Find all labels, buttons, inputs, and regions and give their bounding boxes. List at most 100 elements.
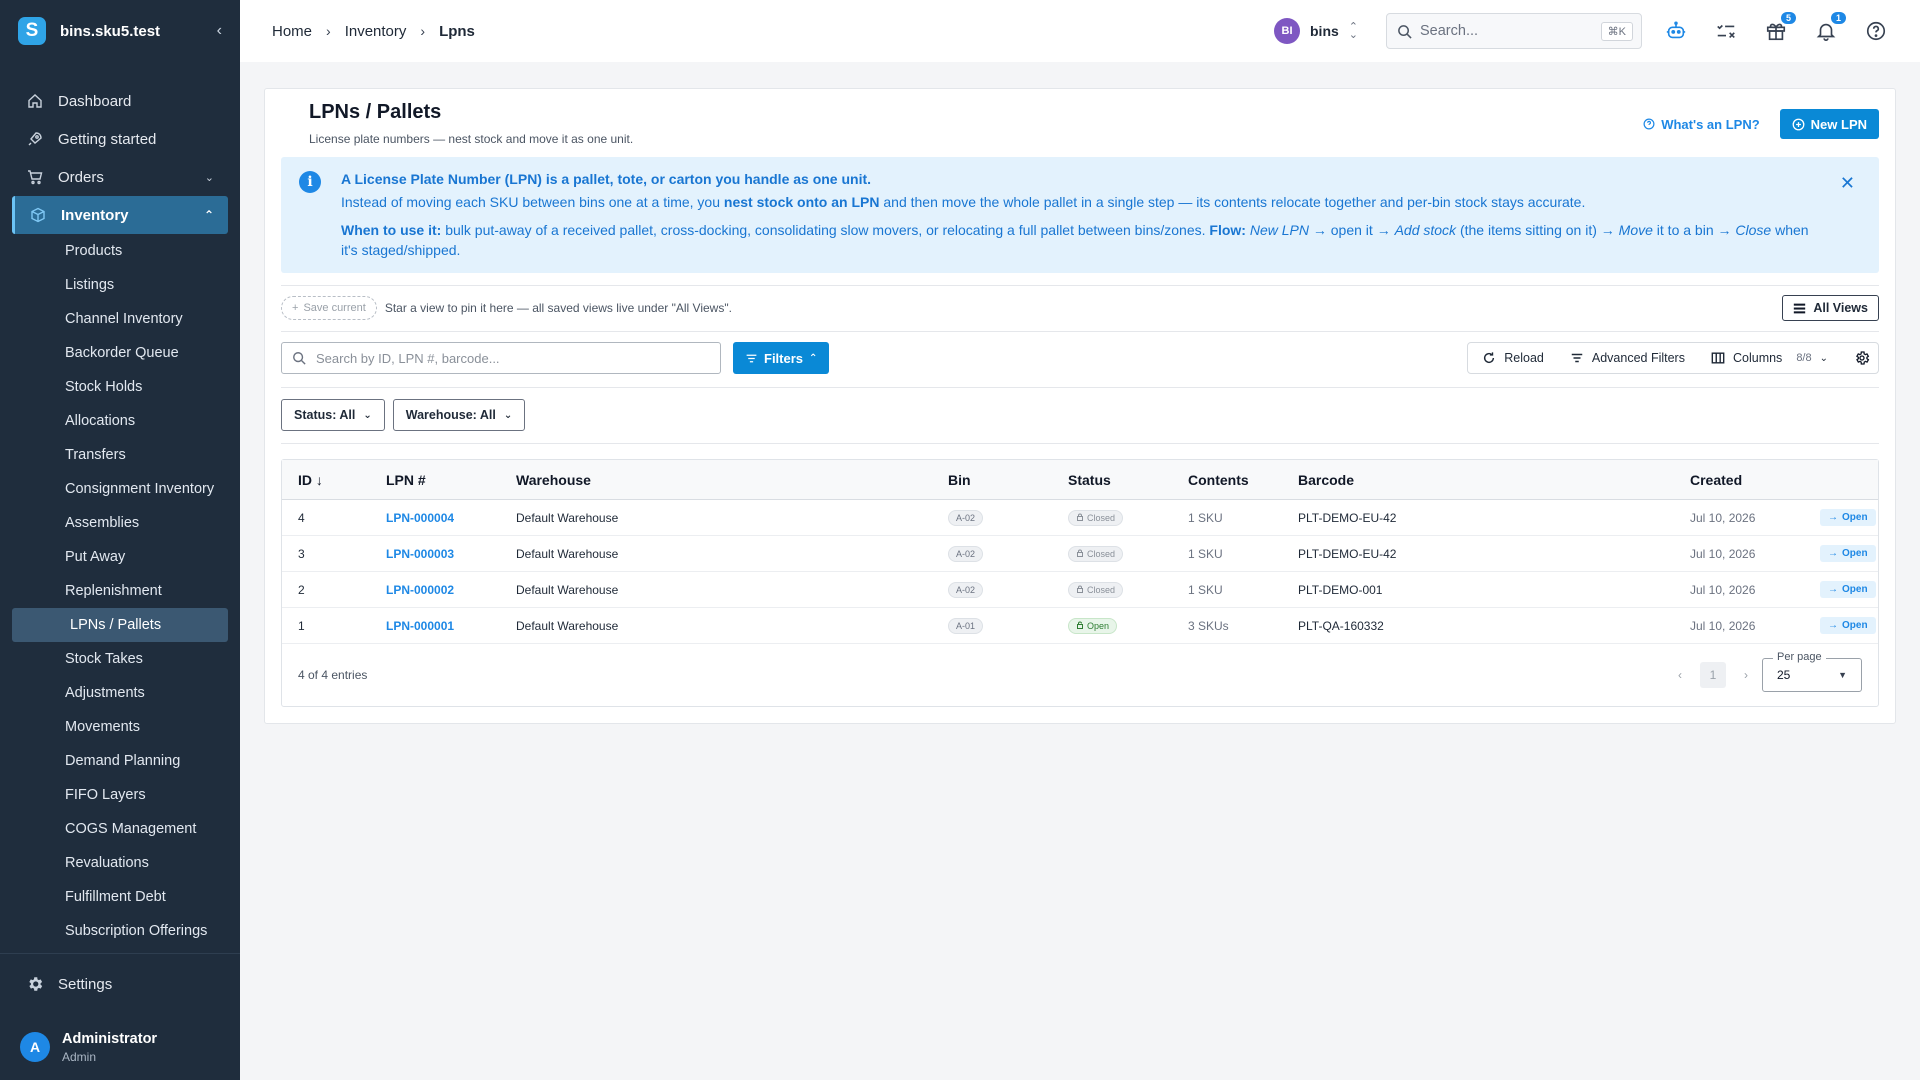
- column-header-contents[interactable]: Contents: [1172, 472, 1282, 488]
- columns-icon: [1711, 351, 1725, 365]
- plus-icon: +: [292, 302, 299, 314]
- sidebar-subitem-fifo-layers[interactable]: FIFO Layers: [0, 778, 240, 812]
- sidebar-subitem-subscription-offerings[interactable]: Subscription Offerings: [0, 914, 240, 948]
- table-footer: 4 of 4 entries ‹ 1 › Per page 25 ▼: [282, 644, 1878, 706]
- sidebar-subitem-put-away[interactable]: Put Away: [0, 540, 240, 574]
- cell-id: 3: [298, 546, 305, 561]
- sidebar-item-orders[interactable]: Orders ⌄: [0, 158, 240, 196]
- gift-icon[interactable]: 5: [1764, 12, 1796, 43]
- chevron-right-icon[interactable]: ›: [1744, 668, 1748, 682]
- help-icon[interactable]: [1864, 19, 1888, 43]
- cell-warehouse: Default Warehouse: [516, 582, 619, 597]
- header-actions: What's an LPN? New LPN: [1643, 109, 1879, 139]
- table-row[interactable]: 3 LPN-000003 Default Warehouse A-02 Closed 1 …: [282, 536, 1878, 572]
- table-row[interactable]: 2 LPN-000002 Default Warehouse A-02 Closed 1 …: [282, 572, 1878, 608]
- lpn-link[interactable]: LPN-000001: [386, 619, 454, 633]
- lpn-link[interactable]: LPN-000004: [386, 511, 454, 525]
- bin-chip: A-02: [948, 545, 984, 562]
- whats-an-lpn-link[interactable]: What's an LPN?: [1643, 117, 1760, 132]
- filters-label: Filters: [764, 350, 804, 366]
- column-header-lpn[interactable]: LPN #: [370, 472, 500, 488]
- cell-barcode: PLT-QA-160332: [1298, 618, 1384, 633]
- info-text: and then move the whole pallet in a sing…: [879, 194, 1586, 210]
- table-row[interactable]: 1 LPN-000001 Default Warehouse A-01 Open 3 SK…: [282, 608, 1878, 644]
- lpn-link[interactable]: LPN-000002: [386, 583, 454, 597]
- sidebar-item-settings[interactable]: Settings: [0, 954, 240, 1014]
- sidebar-subitem-stock-holds[interactable]: Stock Holds: [0, 370, 240, 404]
- advanced-filters-button[interactable]: Advanced Filters: [1570, 351, 1685, 365]
- sidebar-subitem-consignment-inventory[interactable]: Consignment Inventory: [0, 472, 240, 506]
- table-settings-button[interactable]: [1854, 350, 1870, 366]
- open-label: Open: [1842, 620, 1868, 631]
- filters-button[interactable]: Filters ⌃: [733, 342, 830, 374]
- table-header: ID ↓ LPN # Warehouse Bin Status Contents…: [282, 460, 1878, 500]
- columns-button[interactable]: Columns 8/8 ⌄: [1711, 351, 1828, 365]
- sidebar-subitem-fulfillment-debt[interactable]: Fulfillment Debt: [0, 880, 240, 914]
- sidebar-subitem-transfers[interactable]: Transfers: [0, 438, 240, 472]
- info-text: bulk put-away of a received pallet, cros…: [441, 222, 1210, 238]
- per-page-select[interactable]: Per page 25 ▼: [1762, 651, 1862, 692]
- bin-chip: A-02: [948, 581, 984, 598]
- open-lpn-button[interactable]: → Open: [1820, 617, 1876, 634]
- user-profile[interactable]: A Administrator Admin: [0, 1014, 240, 1080]
- sidebar-subitem-replenishment[interactable]: Replenishment: [0, 574, 240, 608]
- sidebar-subitem-channel-inventory[interactable]: Channel Inventory: [0, 302, 240, 336]
- warehouse-filter[interactable]: Warehouse: All ⌄: [392, 399, 526, 431]
- status-badge: Open: [1068, 617, 1118, 634]
- column-header-barcode[interactable]: Barcode: [1282, 472, 1674, 488]
- open-lpn-button[interactable]: → Open: [1820, 545, 1876, 562]
- new-lpn-button[interactable]: New LPN: [1779, 109, 1879, 139]
- save-current-view-button[interactable]: + Save current: [281, 296, 377, 320]
- sidebar-subitem-assemblies[interactable]: Assemblies: [0, 506, 240, 540]
- cell-created: Jul 10, 2026: [1690, 618, 1756, 633]
- lpn-link[interactable]: LPN-000003: [386, 547, 454, 561]
- sidebar-subitem-products[interactable]: Products: [0, 234, 240, 268]
- sidebar-item-dashboard[interactable]: Dashboard: [0, 82, 240, 120]
- sidebar-subitem-stock-takes[interactable]: Stock Takes: [0, 642, 240, 676]
- reload-button[interactable]: Reload: [1482, 351, 1544, 365]
- robot-icon[interactable]: [1664, 19, 1688, 43]
- global-search[interactable]: Search... ⌘K: [1386, 13, 1642, 49]
- checklist-icon[interactable]: [1714, 19, 1738, 43]
- status-filter[interactable]: Status: All ⌄: [281, 399, 385, 431]
- open-lpn-button[interactable]: → Open: [1820, 509, 1876, 526]
- sidebar-subitem-backorder-queue[interactable]: Backorder Queue: [0, 336, 240, 370]
- sidebar-subitem-movements[interactable]: Movements: [0, 710, 240, 744]
- column-header-warehouse[interactable]: Warehouse: [500, 472, 932, 488]
- column-header-bin[interactable]: Bin: [932, 472, 1052, 488]
- close-icon[interactable]: ✕: [1840, 173, 1855, 193]
- sidebar-subitem-revaluations[interactable]: Revaluations: [0, 846, 240, 880]
- column-header-created[interactable]: Created: [1674, 472, 1804, 488]
- column-header-status[interactable]: Status: [1052, 472, 1172, 488]
- sidebar-item-label: Dashboard: [58, 92, 132, 110]
- bell-icon[interactable]: 1: [1814, 12, 1846, 43]
- sidebar-subitem-demand-planning[interactable]: Demand Planning: [0, 744, 240, 778]
- column-header-id[interactable]: ID ↓: [282, 472, 370, 488]
- chevron-left-icon[interactable]: ‹: [217, 22, 222, 40]
- divider: [281, 387, 1879, 388]
- per-page-value: 25: [1777, 668, 1791, 682]
- info-title: A License Plate Number (LPN) is a pallet…: [341, 171, 872, 187]
- breadcrumb-inventory[interactable]: Inventory: [345, 23, 407, 40]
- breadcrumb-home[interactable]: Home: [272, 23, 312, 40]
- plus-circle-icon: [1792, 118, 1805, 131]
- open-lpn-button[interactable]: → Open: [1820, 581, 1876, 598]
- sidebar-subitem-listings[interactable]: Listings: [0, 268, 240, 302]
- sidebar-subitem-allocations[interactable]: Allocations: [0, 404, 240, 438]
- page-title: LPNs / Pallets: [309, 101, 442, 123]
- all-views-button[interactable]: All Views: [1782, 295, 1879, 321]
- table-row[interactable]: 4 LPN-000004 Default Warehouse A-02 Closed 1 …: [282, 500, 1878, 536]
- cell-created: Jul 10, 2026: [1690, 510, 1756, 525]
- page-number[interactable]: 1: [1700, 662, 1726, 688]
- sidebar-subitem-lpns-pallets[interactable]: LPNs / Pallets: [12, 608, 228, 642]
- sidebar-subitem-adjustments[interactable]: Adjustments: [0, 676, 240, 710]
- sidebar-item-getting-started[interactable]: Getting started: [0, 120, 240, 158]
- sidebar-item-inventory[interactable]: Inventory ⌃: [12, 196, 228, 234]
- app-logo[interactable]: S: [18, 17, 46, 45]
- chevron-left-icon[interactable]: ‹: [1678, 668, 1682, 682]
- sidebar-subitem-cogs-management[interactable]: COGS Management: [0, 812, 240, 846]
- table-search-input[interactable]: Search by ID, LPN #, barcode...: [281, 342, 721, 374]
- tenant-switcher[interactable]: BI bins ⌃ ⌄: [1274, 18, 1358, 44]
- status-badge: Closed: [1068, 581, 1124, 598]
- info-paragraph-2: When to use it: bulk put-away of a recei…: [341, 220, 1819, 260]
